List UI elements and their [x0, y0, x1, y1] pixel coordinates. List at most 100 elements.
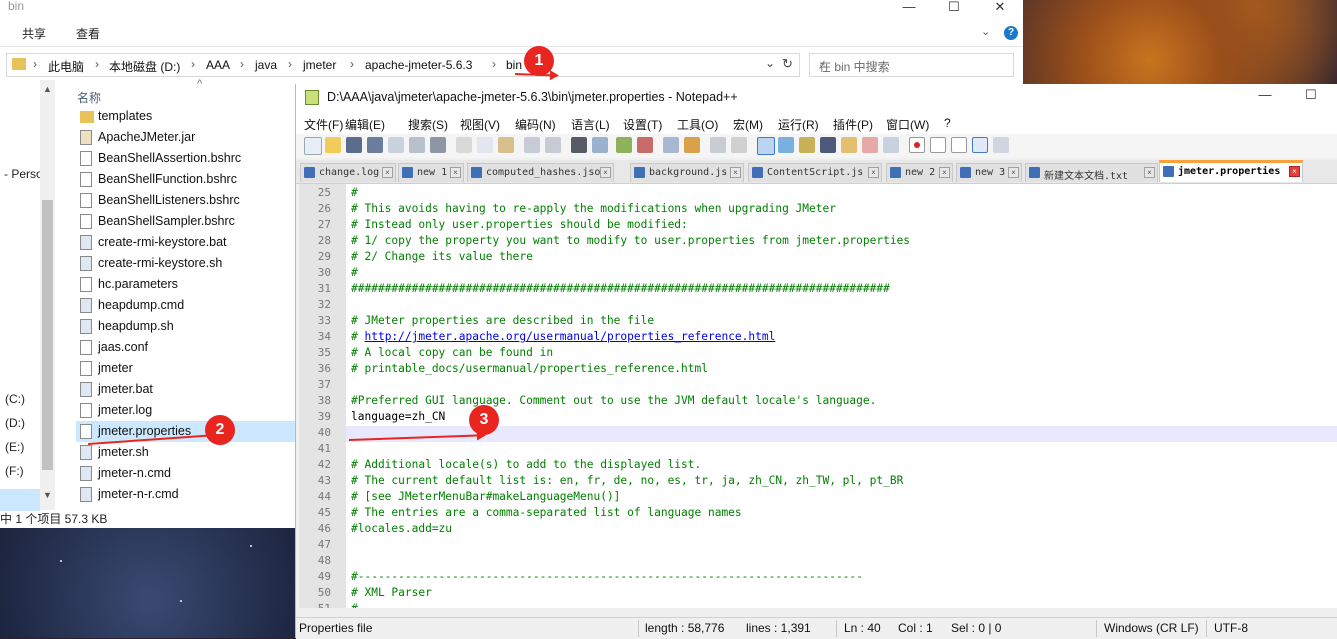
- menu-item[interactable]: 编辑(E): [345, 116, 385, 133]
- file-item[interactable]: jmeter.sh: [76, 442, 296, 463]
- function-list-icon[interactable]: [799, 137, 815, 153]
- menu-item[interactable]: 运行(R): [778, 116, 819, 133]
- status-eol[interactable]: Windows (CR LF): [1104, 621, 1199, 635]
- nav-item-drive-d[interactable]: (D:): [5, 416, 25, 430]
- copy-icon[interactable]: [477, 137, 493, 153]
- breadcrumb-bin[interactable]: bin: [506, 58, 522, 72]
- menu-item[interactable]: 宏(M): [733, 116, 763, 133]
- menu-item[interactable]: 视图(V): [460, 116, 500, 133]
- npp-minimize-button[interactable]: —: [1242, 88, 1288, 108]
- breadcrumb-drive-d[interactable]: 本地磁盘 (D:): [109, 58, 180, 75]
- menu-item[interactable]: 语言(L): [571, 116, 610, 133]
- close-file-icon[interactable]: [388, 137, 404, 153]
- ribbon-tab-view[interactable]: 查看: [76, 25, 100, 42]
- menu-item[interactable]: 设置(T): [623, 116, 662, 133]
- replace-icon[interactable]: [592, 137, 608, 153]
- file-item[interactable]: jmeter.bat: [76, 379, 296, 400]
- menu-item[interactable]: 编码(N): [515, 116, 556, 133]
- ribbon-expand-icon[interactable]: ⌄: [981, 25, 990, 38]
- tab-close-icon[interactable]: ×: [382, 167, 393, 178]
- breadcrumb-jmeter[interactable]: jmeter: [303, 58, 336, 72]
- project-icon[interactable]: [862, 137, 878, 153]
- file-item[interactable]: jmeter-n.cmd: [76, 463, 296, 484]
- editor-tab[interactable]: computed_hashes.json ×: [467, 163, 614, 182]
- scroll-up-icon[interactable]: ▲: [43, 84, 52, 94]
- minimize-button[interactable]: —: [886, 0, 932, 20]
- tab-close-icon[interactable]: ×: [600, 167, 611, 178]
- editor-tab[interactable]: background.js ×: [630, 163, 744, 182]
- eye-icon[interactable]: [883, 137, 899, 153]
- redo-icon[interactable]: [545, 137, 561, 153]
- file-item[interactable]: jmeter.log: [76, 400, 296, 421]
- save-macro-icon[interactable]: [993, 137, 1009, 153]
- editor-tab[interactable]: new 2 ×: [886, 163, 953, 182]
- menu-item[interactable]: 搜索(S): [408, 116, 448, 133]
- wrap-icon[interactable]: [684, 137, 700, 153]
- folder-workspace-icon[interactable]: [820, 137, 836, 153]
- file-item[interactable]: jaas.conf: [76, 337, 296, 358]
- refresh-icon[interactable]: ↻: [782, 56, 793, 72]
- nav-scrollbar[interactable]: ▲ ▼: [40, 80, 55, 510]
- nav-item-drive-c[interactable]: (C:): [5, 392, 25, 406]
- menu-item[interactable]: 窗口(W): [886, 116, 929, 133]
- tab-close-icon[interactable]: ×: [1144, 167, 1155, 178]
- file-item[interactable]: heapdump.cmd: [76, 295, 296, 316]
- tab-close-icon[interactable]: ×: [450, 167, 461, 178]
- breadcrumb-apache-jmeter[interactable]: apache-jmeter-5.6.3: [365, 58, 472, 72]
- stop-macro-icon[interactable]: [930, 137, 946, 153]
- file-item[interactable]: create-rmi-keystore.bat: [76, 232, 296, 253]
- help-icon[interactable]: ?: [1004, 26, 1018, 40]
- open-file-icon[interactable]: [325, 137, 341, 153]
- editor-tab[interactable]: 新建文本文档.txt ×: [1025, 163, 1158, 182]
- menu-item[interactable]: 插件(P): [833, 116, 873, 133]
- indent-guide-icon[interactable]: [757, 137, 775, 155]
- all-chars-icon[interactable]: [710, 137, 726, 153]
- tab-close-icon[interactable]: ×: [939, 167, 950, 178]
- file-item[interactable]: ApacheJMeter.jar: [76, 127, 296, 148]
- menu-item[interactable]: 工具(O): [677, 116, 718, 133]
- editor-tab[interactable]: new 3 ×: [956, 163, 1022, 182]
- maximize-button[interactable]: ☐: [931, 0, 977, 20]
- zoom-out-icon[interactable]: [637, 137, 653, 153]
- file-item[interactable]: BeanShellSampler.bshrc: [76, 211, 296, 232]
- file-item[interactable]: BeanShellFunction.bshrc: [76, 169, 296, 190]
- file-item[interactable]: create-rmi-keystore.sh: [76, 253, 296, 274]
- find-icon[interactable]: [571, 137, 587, 153]
- file-item[interactable]: BeanShellListeners.bshrc: [76, 190, 296, 211]
- paste-icon[interactable]: [498, 137, 514, 153]
- sync-scroll-icon[interactable]: [663, 137, 679, 153]
- menu-item[interactable]: 文件(F): [304, 116, 343, 133]
- show-symbol-icon[interactable]: [731, 137, 747, 153]
- file-item[interactable]: jmeter.properties: [76, 421, 296, 442]
- run-macro-multiple-icon[interactable]: [972, 137, 988, 153]
- menu-item[interactable]: ?: [944, 116, 951, 130]
- play-macro-icon[interactable]: [951, 137, 967, 153]
- record-macro-icon[interactable]: [909, 137, 925, 153]
- nav-item-drive-f[interactable]: (F:): [5, 464, 24, 478]
- nav-item-personal[interactable]: - Perso: [4, 167, 43, 181]
- undo-icon[interactable]: [524, 137, 540, 153]
- file-item[interactable]: templates: [76, 106, 296, 127]
- print-icon[interactable]: [430, 137, 446, 153]
- search-icon[interactable]: ⌕: [819, 58, 1005, 73]
- nav-item-drive-e[interactable]: (E:): [5, 440, 24, 454]
- code-editor[interactable]: 25 26 27 28 29 30 31 32 33 34 35 36 37 38 39 40 41 42 43 44…: [299, 184, 1337, 608]
- doc-map-icon[interactable]: [778, 137, 794, 153]
- scrollbar-thumb[interactable]: [42, 200, 53, 470]
- address-bar[interactable]: › 此电脑 › 本地磁盘 (D:) › AAA › java › jmeter …: [6, 53, 800, 77]
- ribbon-tab-share[interactable]: 共享: [22, 25, 46, 42]
- file-item[interactable]: jmeter: [76, 358, 296, 379]
- monitoring-icon[interactable]: [841, 137, 857, 153]
- close-button[interactable]: ✕: [977, 0, 1023, 20]
- editor-tab[interactable]: jmeter.properties ×: [1159, 160, 1303, 182]
- search-input[interactable]: 在 bin 中搜索 ⌕: [809, 53, 1014, 77]
- file-item[interactable]: heapdump.sh: [76, 316, 296, 337]
- file-item[interactable]: jmeter-n-r.cmd: [76, 484, 296, 505]
- new-file-icon[interactable]: [304, 137, 322, 155]
- file-item[interactable]: hc.parameters: [76, 274, 296, 295]
- status-encoding[interactable]: UTF-8: [1214, 621, 1248, 635]
- breadcrumb-java[interactable]: java: [255, 58, 277, 72]
- tab-close-icon[interactable]: ×: [1008, 167, 1019, 178]
- breadcrumb-this-pc[interactable]: 此电脑: [48, 58, 84, 75]
- breadcrumb-aaa[interactable]: AAA: [206, 58, 230, 72]
